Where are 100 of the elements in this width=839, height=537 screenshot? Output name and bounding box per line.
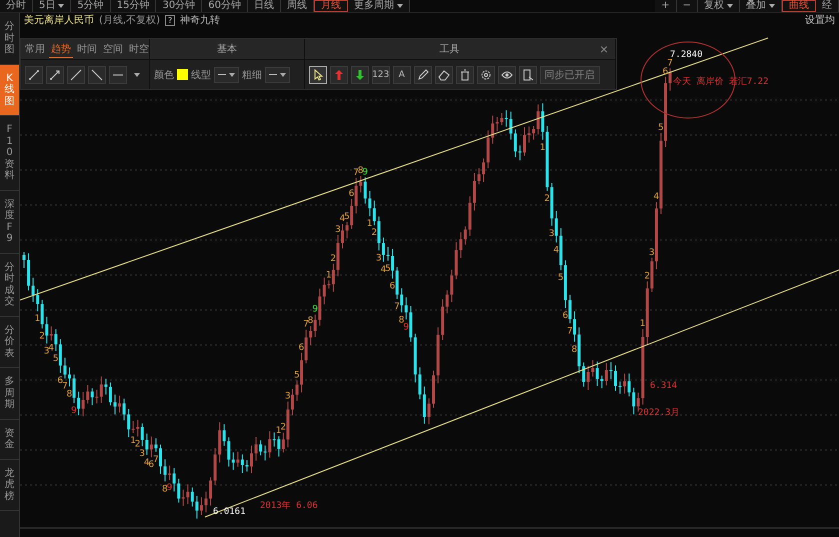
period-tab[interactable]: 60分钟 xyxy=(202,0,248,12)
sequence-number: 2 xyxy=(644,271,650,282)
sequence-number: 6 xyxy=(57,376,64,386)
period-tab[interactable]: − xyxy=(676,0,698,12)
section-header: 基本 xyxy=(216,42,238,56)
sequence-number: 4 xyxy=(553,245,560,256)
period-tab[interactable]: 5日 xyxy=(33,0,72,12)
period-tab[interactable]: 曲线 xyxy=(782,0,816,12)
tool-button[interactable] xyxy=(476,66,495,84)
tool-button[interactable] xyxy=(434,66,453,84)
drawing-category-tab[interactable]: 时空 xyxy=(127,40,151,58)
text-tool-button[interactable]: A xyxy=(392,66,411,84)
period-tab[interactable]: 周线 xyxy=(280,0,314,12)
period-tab[interactable]: 分时 xyxy=(0,0,33,12)
line-tool-button[interactable] xyxy=(88,66,106,84)
trend-line[interactable] xyxy=(20,38,768,300)
candlestick xyxy=(250,445,253,474)
line-tool-button[interactable] xyxy=(109,66,127,84)
indicator-name[interactable]: 神奇九转 xyxy=(180,13,220,27)
sync-button[interactable]: 同步已开启 xyxy=(540,66,600,84)
candlestick xyxy=(296,380,298,402)
line-sample-icon xyxy=(218,74,226,75)
counter-tool-button[interactable]: 123 xyxy=(372,66,390,84)
sequence-number: 4 xyxy=(340,214,346,224)
candlestick xyxy=(68,366,71,387)
sequence-number: 3 xyxy=(284,392,291,402)
up-arrow-icon xyxy=(332,68,345,80)
sequence-number: 3 xyxy=(648,248,655,258)
sequence-number: 2 xyxy=(544,194,550,204)
close-button[interactable]: × xyxy=(594,39,613,59)
diagonal-line-icon xyxy=(91,68,103,80)
period-tab[interactable]: 30分钟 xyxy=(156,0,202,12)
period-tab[interactable]: 5分钟 xyxy=(71,0,111,12)
period-tab[interactable]: 更多周期 xyxy=(348,0,410,12)
period-tab[interactable]: 月线 xyxy=(314,0,348,12)
sequence-number: 1 xyxy=(640,319,646,330)
sequence-number: 5 xyxy=(658,122,664,133)
settings-link[interactable]: 设置均 xyxy=(805,13,835,27)
drawing-category-tab[interactable]: 时间 xyxy=(75,40,99,58)
sequence-number: 8 xyxy=(308,316,314,326)
caret-icon xyxy=(280,72,286,76)
sequence-number: 3 xyxy=(334,224,341,235)
line-style-dropdown[interactable] xyxy=(214,66,239,82)
sequence-number: 1 xyxy=(366,219,373,230)
sequence-number: 8 xyxy=(572,344,578,355)
line-tool-button[interactable] xyxy=(25,66,43,84)
sequence-number: 2 xyxy=(371,228,378,238)
drawing-category-tab[interactable]: 趋势 xyxy=(49,40,73,58)
cursor-icon xyxy=(312,68,324,80)
line-tool-button[interactable] xyxy=(67,66,85,84)
sequence-number: 6 xyxy=(298,342,304,353)
settings-icon xyxy=(480,68,492,80)
sequence-number: 1 xyxy=(34,314,40,324)
candlestick xyxy=(341,223,344,249)
sequence-number: 4 xyxy=(144,458,150,468)
line-tool-button[interactable] xyxy=(46,66,64,84)
trash-icon xyxy=(458,68,471,80)
sequence-number: 6 xyxy=(562,311,568,322)
tool-button[interactable] xyxy=(350,66,369,84)
candlestick xyxy=(523,126,526,156)
tool-button[interactable] xyxy=(498,66,516,84)
caret-icon xyxy=(134,72,140,76)
candlestick xyxy=(22,252,26,268)
color-label: 颜色 xyxy=(154,68,174,82)
sequence-number: 9 xyxy=(312,304,318,315)
candlestick xyxy=(568,294,572,324)
price-annotation: 2013年 6.06 xyxy=(260,501,318,511)
drawing-category-tab[interactable]: 空间 xyxy=(101,40,125,58)
sequence-number: 5 xyxy=(344,212,350,222)
candlestick xyxy=(386,246,390,262)
help-button[interactable]: ? xyxy=(164,14,176,26)
period-tab[interactable]: 日线 xyxy=(248,0,281,12)
tool-button[interactable] xyxy=(518,66,537,84)
tool-button[interactable] xyxy=(456,66,474,84)
line-width-dropdown[interactable] xyxy=(265,66,290,82)
period-tab[interactable]: 经 xyxy=(816,0,839,12)
sequence-number: 3 xyxy=(548,228,555,239)
candlestick xyxy=(114,394,116,415)
sequence-number: 7 xyxy=(667,58,673,68)
period-tab[interactable]: 复权 xyxy=(698,0,740,12)
sequence-number: 9 xyxy=(166,483,172,494)
price-annotation: 6.314 xyxy=(650,381,678,391)
tool-button[interactable] xyxy=(308,66,327,84)
sequence-number: 1 xyxy=(540,142,546,153)
sequence-number: 1 xyxy=(326,270,332,280)
line-sample-icon xyxy=(269,74,277,75)
sequence-number: 8 xyxy=(398,315,404,326)
price-annotation: 7.2840 xyxy=(670,50,703,60)
sequence-number: 4 xyxy=(48,344,54,354)
sequence-number: 8 xyxy=(162,484,168,494)
line-segment-icon xyxy=(28,68,40,80)
sequence-number: 3 xyxy=(376,253,382,264)
tool-button[interactable] xyxy=(414,66,432,84)
color-swatch[interactable] xyxy=(177,69,188,80)
arrow-line-icon xyxy=(49,68,61,80)
period-tab[interactable]: 15分钟 xyxy=(110,0,156,12)
period-tab[interactable]: 叠加 xyxy=(740,0,782,12)
drawing-category-tab[interactable]: 常用 xyxy=(23,40,47,58)
period-tab[interactable]: + xyxy=(655,0,677,12)
candlestick xyxy=(478,168,480,185)
